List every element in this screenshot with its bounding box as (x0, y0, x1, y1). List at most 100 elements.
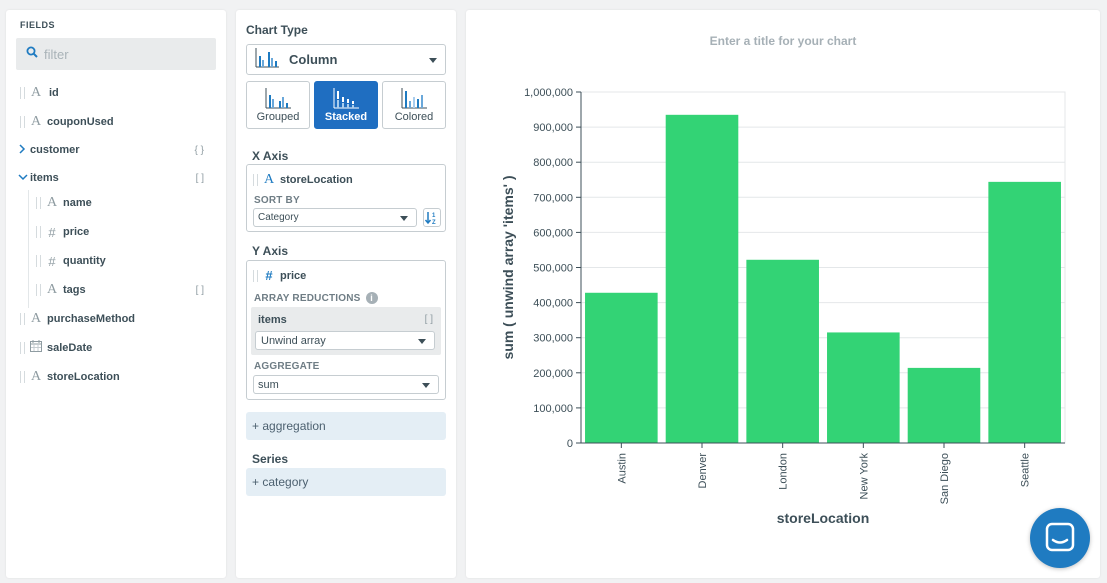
chart-type-value: Column (289, 52, 338, 67)
reduction-value: Unwind array (261, 334, 326, 347)
field-item-purchaseMethod[interactable]: A purchaseMethod (20, 309, 135, 329)
drag-handle-icon[interactable] (253, 269, 258, 282)
chevron-down-icon[interactable] (18, 172, 30, 184)
aggregate-select[interactable]: sum (253, 375, 439, 394)
field-item-customer[interactable]: customer { } (18, 140, 218, 160)
column-chart: 0 100,000 200,000 300,000 400,000 500,000 600,… (500, 87, 1066, 526)
string-type-icon: A (30, 369, 42, 384)
chevron-down-icon (429, 57, 437, 63)
field-item-quantity[interactable]: # quantity (36, 251, 106, 271)
field-label: purchaseMethod (47, 313, 136, 325)
x-tick-label: San Diego (939, 453, 951, 504)
field-item-id[interactable]: A id (20, 83, 59, 103)
items-tree-line (28, 190, 29, 308)
drag-handle-icon[interactable] (36, 284, 41, 296)
bar-denver (665, 114, 739, 443)
y-axis-label: Y Axis (252, 244, 289, 258)
field-label: couponUsed (47, 116, 114, 128)
field-label: customer (30, 144, 80, 156)
add-aggregation-button[interactable]: + aggregation (246, 412, 446, 440)
x-tick-label: Seattle (1020, 453, 1032, 487)
x-tick-label: New York (858, 453, 870, 500)
object-bracket-icon: { } (194, 144, 204, 156)
field-item-tags[interactable]: A tags [ ] (36, 280, 218, 300)
drag-handle-icon[interactable] (20, 116, 25, 128)
y-axis-field: price (280, 269, 307, 282)
chart-type-label: Chart Type (246, 23, 308, 37)
y-tick-label: 0 (567, 438, 573, 450)
number-type-icon: # (48, 253, 56, 269)
field-item-couponUsed[interactable]: A couponUsed (20, 112, 114, 132)
field-item-storeLocation[interactable]: A storeLocation (20, 367, 120, 387)
chevron-down-icon (400, 215, 408, 221)
sort-by-label: SORT BY (254, 195, 300, 206)
subtype-label: Grouped (256, 111, 300, 123)
sort-direction-button[interactable]: 1Z (423, 208, 441, 227)
field-label: name (63, 197, 92, 209)
y-tick-label: 400,000 (533, 298, 573, 310)
drag-handle-icon[interactable] (36, 226, 41, 238)
aggregate-label: AGGREGATE (254, 361, 320, 372)
info-icon[interactable]: i (365, 292, 378, 304)
chart-panel: Enter a title for your chart 0 100,000 200… (466, 10, 1100, 578)
array-bracket-icon: [ ] (424, 314, 433, 325)
bar-new-york (827, 332, 900, 443)
column-chart-icon (255, 46, 279, 73)
sort-ascending-icon: 1Z (424, 212, 436, 226)
subtype-colored-button[interactable]: Colored (382, 81, 446, 129)
chat-icon (1045, 522, 1075, 552)
colored-column-icon (401, 88, 427, 109)
drag-handle-icon[interactable] (36, 255, 41, 267)
string-type-icon: A (263, 172, 275, 187)
y-tick-label: 300,000 (533, 333, 573, 345)
grouped-column-icon (265, 88, 291, 109)
x-axis-title: storeLocation (777, 510, 870, 526)
sort-by-select[interactable]: Category (253, 208, 417, 227)
y-axis-encoding-card: # price ARRAY REDUCTIONS i items [ ] Unw… (246, 260, 446, 400)
field-label: id (49, 87, 59, 99)
drag-handle-icon[interactable] (20, 371, 25, 383)
x-axis-field-chip[interactable]: A storeLocation (253, 172, 353, 188)
string-type-icon: A (30, 114, 42, 129)
y-tick-label: 900,000 (533, 122, 573, 134)
filter-box[interactable] (16, 38, 216, 70)
drag-handle-icon[interactable] (20, 87, 25, 99)
filter-input[interactable] (44, 46, 204, 62)
chevron-right-icon[interactable] (18, 143, 30, 157)
drag-handle-icon[interactable] (253, 174, 258, 186)
chevron-down-icon (422, 382, 430, 388)
field-label: price (63, 226, 90, 238)
string-type-icon: A (46, 195, 58, 210)
chart-type-select[interactable]: Column (246, 44, 446, 75)
chevron-down-icon (418, 338, 426, 344)
string-type-icon: A (46, 282, 58, 297)
array-reduction-select[interactable]: Unwind array (255, 331, 435, 350)
stacked-column-icon (333, 88, 359, 109)
drag-handle-icon[interactable] (20, 313, 25, 325)
field-label: storeLocation (47, 371, 120, 383)
subtype-stacked-button[interactable]: Stacked (314, 81, 378, 129)
field-item-saleDate[interactable]: saleDate (20, 338, 92, 358)
drag-handle-icon[interactable] (20, 342, 25, 354)
svg-text:1: 1 (432, 213, 436, 219)
array-reductions-header: ARRAY REDUCTIONS i (254, 292, 378, 304)
bar-seattle (988, 181, 1061, 443)
reduction-field: items (258, 314, 287, 326)
drag-handle-icon[interactable] (36, 197, 41, 209)
subtype-label: Colored (394, 111, 434, 123)
add-category-button[interactable]: + category (246, 468, 446, 496)
field-label: quantity (63, 255, 106, 267)
search-icon (26, 45, 38, 63)
field-item-price[interactable]: # price (36, 222, 89, 242)
field-item-name[interactable]: A name (36, 193, 92, 213)
y-axis-field-chip[interactable]: # price (253, 268, 306, 283)
chat-support-button[interactable] (1030, 508, 1090, 568)
field-item-items[interactable]: items [ ] (18, 168, 218, 188)
array-bracket-icon: [ ] (195, 172, 204, 184)
y-axis-title: sum ( unwind array 'items' ) (500, 175, 516, 359)
series-label: Series (252, 452, 289, 466)
x-tick-label: Denver (697, 453, 709, 489)
string-type-icon: A (30, 85, 42, 100)
subtype-grouped-button[interactable]: Grouped (246, 81, 310, 129)
bar-london (746, 259, 819, 443)
